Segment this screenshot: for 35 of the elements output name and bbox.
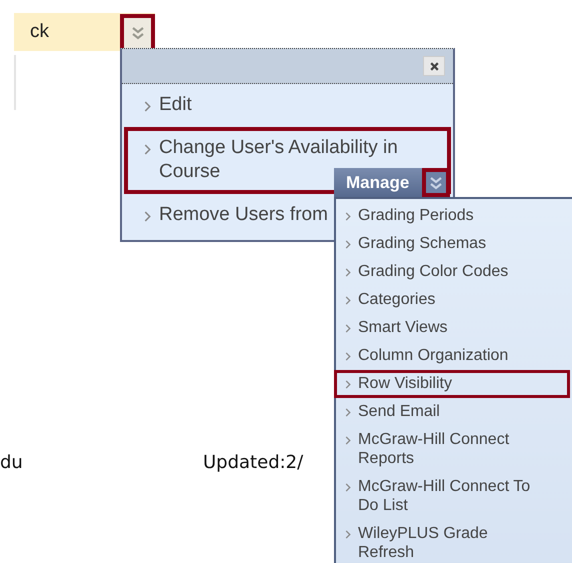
chevron-icon [144, 144, 151, 155]
menu-item[interactable]: Column Organization [334, 342, 570, 370]
menu-item[interactable]: Grading Schemas [334, 230, 570, 258]
double-chevron-icon [130, 26, 144, 40]
chevron-icon [345, 436, 351, 445]
chevron-icon [345, 483, 351, 492]
close-button[interactable] [423, 56, 445, 76]
chevron-icon [345, 352, 351, 361]
menu-item[interactable]: WileyPLUS Grade Refresh [334, 520, 570, 563]
chevron-icon [345, 268, 351, 277]
footer-text: du [0, 452, 23, 473]
chevron-icon [345, 296, 351, 305]
double-chevron-icon [429, 176, 443, 190]
menu-item[interactable]: Edit [124, 84, 451, 127]
chevron-icon [144, 101, 151, 112]
menu-item[interactable]: Smart Views [334, 314, 570, 342]
menu-item[interactable]: Categories [334, 286, 570, 314]
menu-item[interactable]: Send Email [334, 398, 570, 426]
menu-item[interactable]: McGraw-Hill Connect To Do List [334, 473, 570, 520]
menu-button[interactable] [422, 168, 450, 197]
chevron-icon [345, 240, 351, 249]
chevron-icon [345, 212, 351, 221]
menu-item[interactable]: Row Visibility [334, 370, 570, 398]
chevron-icon [345, 530, 351, 539]
menu-item[interactable]: Grading Color Codes [334, 258, 570, 286]
menu-item[interactable]: McGraw-Hill Connect Reports [334, 426, 570, 473]
menu-item[interactable]: Grading Periods [334, 202, 570, 230]
manage-title: Manage [346, 172, 410, 192]
updated-text: Updated:2/ [203, 452, 304, 473]
chevron-icon [144, 211, 151, 222]
chevron-icon [345, 324, 351, 333]
close-icon [428, 60, 440, 72]
chevron-icon [345, 380, 351, 389]
chevron-icon [345, 408, 351, 417]
header-label: ck [30, 21, 49, 43]
